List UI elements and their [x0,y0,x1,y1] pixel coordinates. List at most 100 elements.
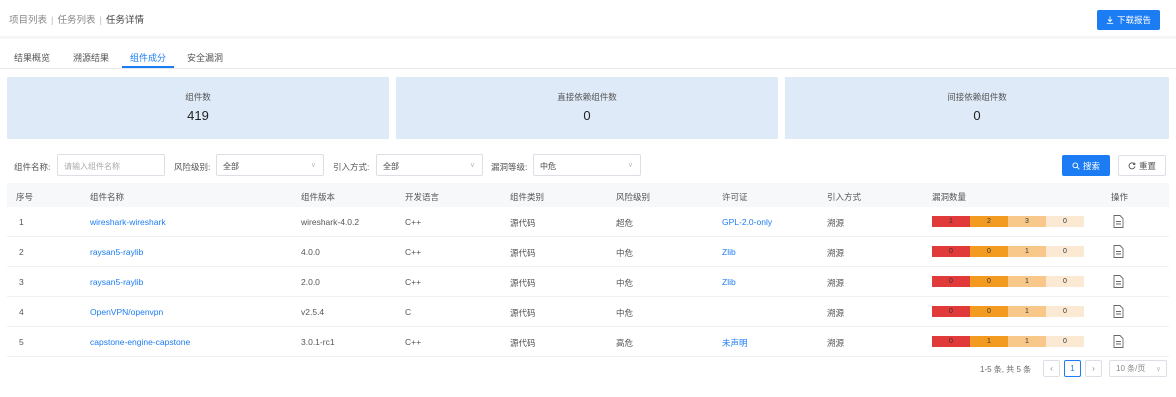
cell-license-link[interactable]: GPL-2.0-only [722,217,772,227]
active-tab-indicator [122,66,174,68]
cell-component-name-link[interactable]: capstone-engine-capstone [90,337,190,347]
main-panel: 结果概览 溯源结果 组件成分 安全漏洞 组件数 419 直接依赖组件数 0 间接… [0,39,1176,397]
cell-component-name-link[interactable]: wireshark-wireshark [90,217,166,227]
cell-import-method: 溯源 [827,338,845,348]
vuln-high-count: 2 [970,216,1008,227]
table-row: 4 OpenVPN/openvpn v2.5.4 C 源代码 中危 溯源 0 0… [7,297,1169,327]
col-risk-level: 风险级别 [616,192,651,202]
vuln-level-label: 漏洞等级: [491,162,528,172]
cell-license-link[interactable]: Zlib [722,247,736,257]
import-method-label: 引入方式: [333,162,370,172]
cell-category: 源代码 [510,218,536,228]
cell-index: 2 [19,247,24,257]
details-icon[interactable] [1113,245,1124,258]
details-icon[interactable] [1113,215,1124,228]
stat-card-direct-deps: 直接依赖组件数 0 [396,77,778,139]
cell-index: 5 [19,337,24,347]
risk-level-value: 全部 [223,162,239,171]
breadcrumb-separator: | [51,15,54,26]
cell-risk-level: 中危 [616,308,634,318]
cell-category: 源代码 [510,278,536,288]
cell-risk-level: 中危 [616,248,634,258]
cell-import-method: 溯源 [827,308,845,318]
vuln-critical-count: 0 [932,306,970,317]
next-page-button[interactable]: › [1085,360,1102,377]
stat-value: 419 [187,108,209,123]
cell-index: 1 [19,217,24,227]
col-version: 组件版本 [301,192,336,202]
cell-category: 源代码 [510,308,536,318]
page-size-select[interactable]: 10 条/页 ∨ [1109,360,1167,377]
vuln-high-count: 0 [970,306,1008,317]
col-language: 开发语言 [405,192,440,202]
col-license: 许可证 [722,192,748,202]
download-report-button[interactable]: 下载报告 [1097,10,1160,30]
tab-bar: 结果概览 溯源结果 组件成分 安全漏洞 [0,39,1176,69]
cell-version: v2.5.4 [301,307,325,317]
cell-category: 源代码 [510,338,536,348]
chevron-down-icon: ∨ [469,162,475,169]
vuln-count-bar: 0 0 1 0 [932,246,1084,257]
prev-page-button[interactable]: ‹ [1043,360,1060,377]
vuln-low-count: 0 [1046,306,1084,317]
component-name-input[interactable]: 请输入组件名称 [57,154,165,176]
cell-component-name-link[interactable]: raysan5-raylib [90,247,143,257]
vuln-count-bar: 0 1 1 0 [932,336,1084,347]
vuln-critical-count: 1 [932,216,970,227]
stat-label: 间接依赖组件数 [947,92,1007,102]
cell-version: wireshark-4.0.2 [301,217,360,227]
breadcrumb-separator: | [99,15,102,26]
cell-language: C++ [405,337,422,347]
vuln-critical-count: 0 [932,276,970,287]
top-bar: 项目列表 | 任务列表 | 任务详情 下载报告 [0,0,1176,36]
vuln-critical-count: 0 [932,246,970,257]
cell-risk-level: 高危 [616,338,634,348]
cell-import-method: 溯源 [827,248,845,258]
chevron-down-icon: ∨ [1155,365,1161,373]
cell-component-name-link[interactable]: OpenVPN/openvpn [90,307,163,317]
cell-license-link[interactable]: Zlib [722,277,736,287]
breadcrumb-task-list[interactable]: 任务列表 [57,15,95,26]
cell-import-method: 溯源 [827,218,845,228]
col-import-method: 引入方式 [827,192,862,202]
vuln-medium-count: 1 [1008,306,1046,317]
col-index: 序号 [16,192,34,202]
breadcrumb-project-list[interactable]: 项目列表 [9,15,47,26]
cell-license-link[interactable]: 未声明 [722,337,748,349]
table-row: 3 raysan5-raylib 2.0.0 C++ 源代码 中危 Zlib 溯… [7,267,1169,297]
cell-version: 3.0.1-rc1 [301,337,335,347]
details-icon[interactable] [1113,335,1124,348]
stat-card-indirect-deps: 间接依赖组件数 0 [785,77,1169,139]
tab-result-overview[interactable]: 结果概览 [14,51,50,64]
vuln-level-select[interactable]: 中危 ∨ [533,154,641,176]
cell-version: 2.0.0 [301,277,320,287]
vuln-low-count: 0 [1046,246,1084,257]
table-row: 2 raysan5-raylib 4.0.0 C++ 源代码 中危 Zlib 溯… [7,237,1169,267]
cell-component-name-link[interactable]: raysan5-raylib [90,277,143,287]
vuln-count-bar: 0 0 1 0 [932,306,1084,317]
tab-component-composition[interactable]: 组件成分 [130,51,166,64]
tab-trace-result[interactable]: 溯源结果 [73,51,109,64]
search-label: 搜索 [1082,160,1100,171]
cell-version: 4.0.0 [301,247,320,257]
vuln-level-value: 中危 [540,162,556,171]
reset-button[interactable]: 重置 [1118,155,1166,176]
import-method-select[interactable]: 全部 ∨ [376,154,483,176]
cell-risk-level: 中危 [616,278,634,288]
pagination-summary: 1-5 条, 共 5 条 [980,365,1032,374]
tab-security-vulnerabilities[interactable]: 安全漏洞 [187,51,223,64]
page-number-button[interactable]: 1 [1064,360,1081,377]
search-button[interactable]: 搜索 [1062,155,1110,176]
vuln-high-count: 1 [970,336,1008,347]
vuln-medium-count: 3 [1008,216,1046,227]
stat-value: 0 [583,108,591,123]
table-header: 序号 组件名称 组件版本 开发语言 组件类别 风险级别 许可证 引入方式 漏洞数… [7,183,1169,207]
details-icon[interactable] [1113,305,1124,318]
cell-index: 3 [19,277,24,287]
risk-level-select[interactable]: 全部 ∨ [216,154,324,176]
details-icon[interactable] [1113,275,1124,288]
vuln-low-count: 0 [1046,216,1084,227]
chevron-down-icon: ∨ [627,162,633,169]
search-icon [1072,161,1080,170]
refresh-icon [1128,161,1136,169]
